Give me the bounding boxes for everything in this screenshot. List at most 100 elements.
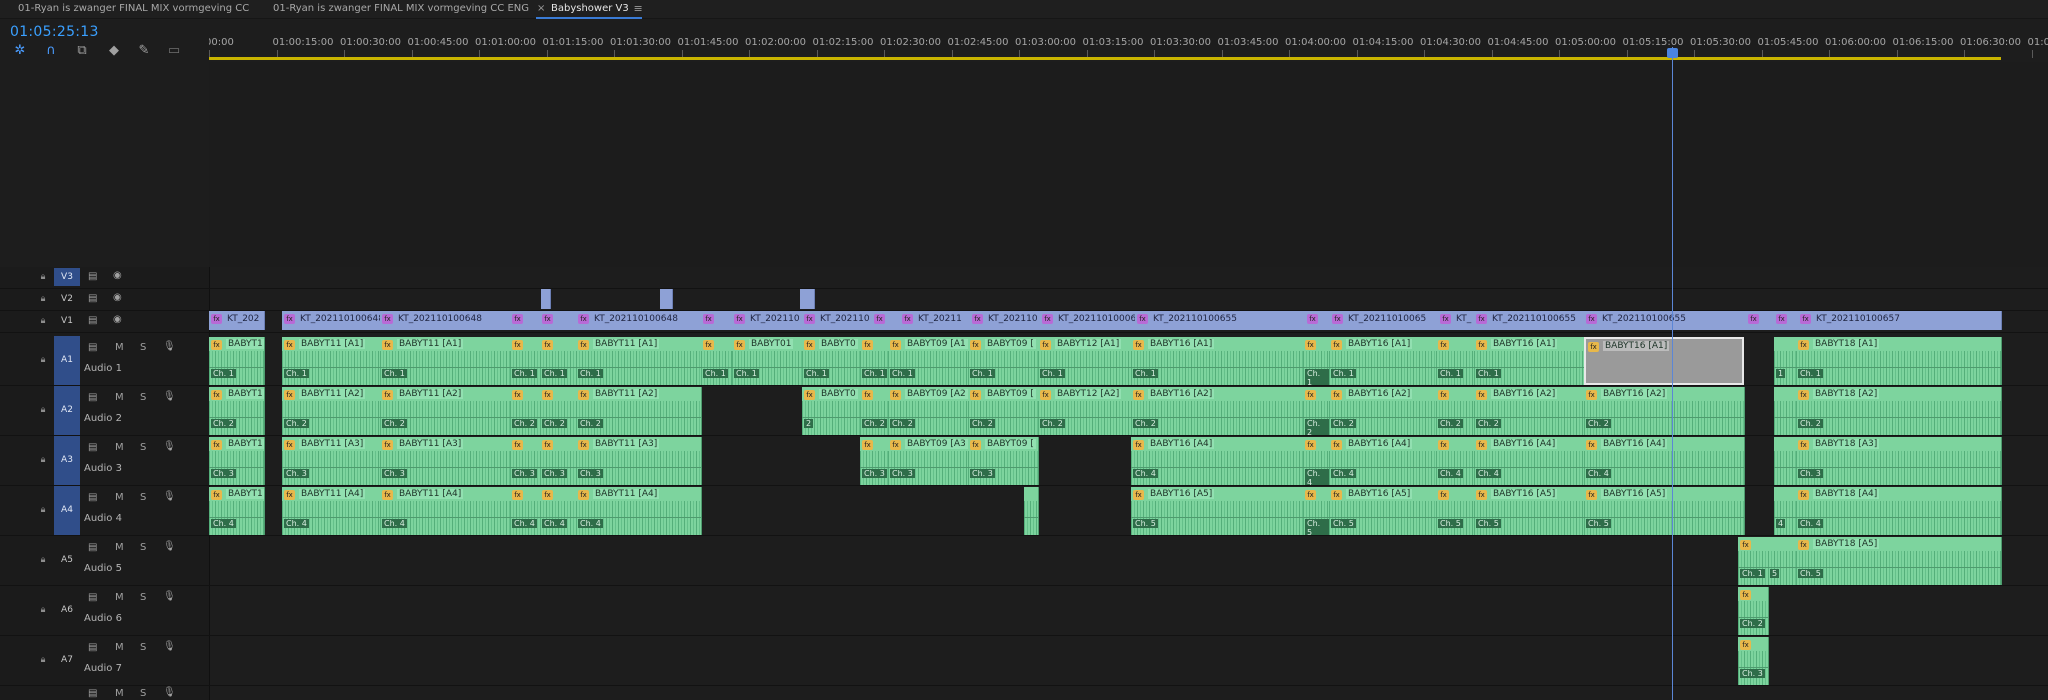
close-icon[interactable]: × — [537, 0, 545, 18]
magnet-icon[interactable]: ∩ — [44, 44, 58, 58]
lock-icon[interactable]: 🔒︎ — [38, 316, 48, 326]
v1-clip[interactable]: fx — [872, 311, 901, 330]
microphone-icon[interactable]: 🎙︎ — [163, 441, 176, 452]
microphone-icon[interactable]: 🎙︎ — [163, 591, 176, 602]
solo-button[interactable]: S — [140, 442, 146, 453]
solo-button[interactable]: S — [140, 392, 146, 403]
a1-clip[interactable]: fx BABYT0 Ch. 1 — [802, 337, 861, 385]
v1-clip[interactable]: fx KT_202110100648 — [576, 311, 702, 330]
a1-clip[interactable]: 1 — [1774, 337, 1797, 385]
a1-clip[interactable]: fx BABYT11 [A1] Ch. 1 — [282, 337, 381, 385]
time-ruler[interactable]: 00:00 01:00:15:00 01:00:30:00 01:00:45:00 01… — [209, 28, 2048, 58]
v1-clip[interactable]: fx KT_202110100655 — [1474, 311, 1585, 330]
microphone-icon[interactable]: 🎙︎ — [163, 341, 176, 352]
a2-clip[interactable]: fx BABYT18 [A2] Ch. 2 — [1796, 387, 2002, 435]
v1-clip[interactable]: fx KT_202110100648 — [380, 311, 511, 330]
a2-clip[interactable]: fx Ch. 2 — [1436, 387, 1475, 435]
a2-clip[interactable]: fx BABYT11 [A2] Ch. 2 — [380, 387, 511, 435]
v1-clip[interactable]: fx KT_202110100648 — [282, 311, 381, 330]
film-icon[interactable]: ▤ — [88, 492, 97, 503]
film-icon[interactable]: ▤ — [88, 442, 97, 453]
lock-icon[interactable]: 🔒︎ — [38, 655, 48, 665]
track-label-v1[interactable]: V1 — [54, 312, 80, 330]
a3-clip[interactable]: fx BABYT16 [A4] Ch. 4 — [1329, 437, 1437, 485]
v1-clip[interactable]: fx KT_202110 — [970, 311, 1041, 330]
a3-clip[interactable]: fx BABYT11 [A3] Ch. 3 — [380, 437, 511, 485]
lock-icon[interactable]: 🔒︎ — [38, 505, 48, 515]
solo-button[interactable]: S — [140, 592, 146, 603]
a4-clip[interactable]: fx BABYT16 [A5] Ch. 5 — [1584, 487, 1745, 535]
v1-clip[interactable]: fx KT_202110 — [802, 311, 873, 330]
microphone-icon[interactable]: 🎙︎ — [163, 541, 176, 552]
a1-clip[interactable]: fx BABYT1 Ch. 1 — [209, 337, 265, 385]
track-label-a4[interactable]: A4 — [54, 486, 80, 535]
v1-clip[interactable]: fx KT_202 — [209, 311, 265, 330]
a4-clip[interactable]: fx Ch. 4 — [510, 487, 541, 535]
solo-button[interactable]: S — [140, 688, 146, 699]
v1-clip[interactable]: fx KT_202110100655 — [1584, 311, 1747, 330]
microphone-icon[interactable]: 🎙︎ — [163, 491, 176, 502]
microphone-icon[interactable]: 🎙︎ — [163, 687, 176, 698]
mute-button[interactable]: M — [115, 592, 124, 603]
a2-clip[interactable]: fx Ch. 2 — [860, 387, 889, 435]
a3-clip[interactable]: fx Ch. 3 — [540, 437, 577, 485]
v1-clip[interactable]: fx KT_ — [1438, 311, 1475, 330]
v1-clip[interactable]: fx KT_202110100655 — [1135, 311, 1306, 330]
a4-clip[interactable]: fx Ch. 5 — [1303, 487, 1330, 535]
a3-clip[interactable]: fx BABYT09 [A3 Ch. 3 — [888, 437, 969, 485]
mute-button[interactable]: M — [115, 442, 124, 453]
film-icon[interactable]: ▤ — [88, 688, 97, 699]
a2-clip[interactable]: fx BABYT11 [A2] Ch. 2 — [282, 387, 381, 435]
solo-button[interactable]: S — [140, 642, 146, 653]
playhead-line[interactable] — [1672, 47, 1673, 700]
film-icon[interactable]: ▤ — [88, 342, 97, 353]
a5-clip[interactable]: 5 — [1768, 537, 1797, 585]
solo-button[interactable]: S — [140, 342, 146, 353]
film-icon[interactable]: ▤ — [88, 392, 97, 403]
track-label-a1[interactable]: A1 — [54, 336, 80, 385]
menu-icon[interactable]: ≡ — [634, 0, 643, 18]
v1-clip[interactable]: fx KT_202110100657 — [1798, 311, 2002, 330]
solo-button[interactable]: S — [140, 492, 146, 503]
lock-icon[interactable]: 🔒︎ — [38, 405, 48, 415]
a4-clip[interactable]: fx BABYT1 Ch. 4 — [209, 487, 265, 535]
v1-clip[interactable]: fx KT_20211010065 — [1330, 311, 1439, 330]
a3-clip[interactable] — [1774, 437, 1797, 485]
a2-clip[interactable]: fx Ch. 2 — [1303, 387, 1330, 435]
a1-clip[interactable]: fx BABYT11 [A1] Ch. 1 — [380, 337, 511, 385]
a1-clip[interactable]: fx BABYT09 [Ch. 1 — [968, 337, 1039, 385]
a7-clip[interactable]: fx Ch. 3 — [1738, 637, 1769, 685]
mute-button[interactable]: M — [115, 542, 124, 553]
film-icon[interactable]: ▤ — [88, 293, 97, 304]
track-label-a7[interactable]: A7 — [54, 651, 80, 669]
mute-button[interactable]: M — [115, 642, 124, 653]
a3-clip[interactable]: fx BABYT18 [A3] Ch. 3 — [1796, 437, 2002, 485]
a1-clip[interactable]: fx BABYT18 [A1] Ch. 1 — [1796, 337, 2002, 385]
captions-icon[interactable]: ▭ — [167, 44, 181, 58]
a1-clip[interactable]: fx Ch. 1 — [701, 337, 733, 385]
lock-icon[interactable]: 🔒︎ — [38, 605, 48, 615]
a1-clip[interactable]: fx Ch. 1 — [860, 337, 889, 385]
a1-clip[interactable]: fx BABYT11 [A1] Ch. 1 — [576, 337, 702, 385]
a1-clip[interactable]: fx BABYT01 Ch. 1 — [732, 337, 803, 385]
a3-clip[interactable]: fx Ch. 3 — [860, 437, 889, 485]
a2-clip[interactable]: fx BABYT09 [A2 Ch. 2 — [888, 387, 969, 435]
v1-clip[interactable]: fx — [510, 311, 541, 330]
microphone-icon[interactable]: 🎙︎ — [163, 391, 176, 402]
mute-button[interactable]: M — [115, 392, 124, 403]
a4-clip[interactable]: fx BABYT11 [A4] Ch. 4 — [576, 487, 702, 535]
a2-clip[interactable]: fx BABYT09 [Ch. 2 — [968, 387, 1039, 435]
wrench-icon[interactable]: ✎ — [137, 44, 151, 58]
v1-clip[interactable]: fx — [540, 311, 577, 330]
v1-clip[interactable]: fx — [1774, 311, 1799, 330]
a5-clip[interactable]: fx BABYT18 [A5] Ch. 5 — [1796, 537, 2002, 585]
a4-clip[interactable]: fx Ch. 5 — [1436, 487, 1475, 535]
solo-button[interactable]: S — [140, 542, 146, 553]
lock-icon[interactable]: 🔒︎ — [38, 555, 48, 565]
a4-clip[interactable]: fx BABYT16 [A5] Ch. 5 — [1329, 487, 1437, 535]
a1-clip[interactable]: fx Ch. 1 — [1303, 337, 1330, 385]
a3-clip[interactable]: fx BABYT11 [A3] Ch. 3 — [576, 437, 702, 485]
a4-clip[interactable] — [1024, 487, 1039, 535]
a2-clip[interactable]: fx Ch. 2 — [510, 387, 541, 435]
a2-clip[interactable]: fx BABYT1 Ch. 2 — [209, 387, 265, 435]
